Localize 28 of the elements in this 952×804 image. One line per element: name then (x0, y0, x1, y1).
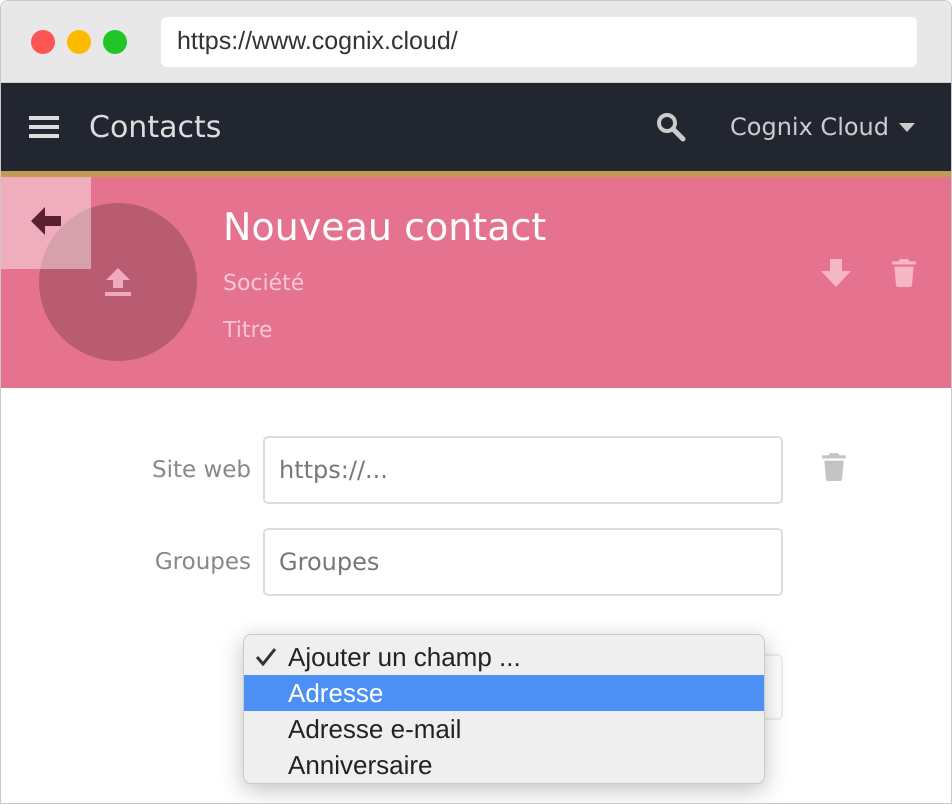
arrow-down-icon (821, 258, 851, 286)
minimize-window-dot[interactable] (67, 30, 91, 54)
delete-field-button[interactable] (821, 452, 847, 482)
menu-option[interactable]: Ajouter un champ ... (244, 639, 764, 675)
field-label: Groupes (154, 549, 251, 575)
menu-option[interactable]: Anniversaire (244, 747, 764, 783)
address-bar[interactable]: https://www.cognix.cloud/ (161, 16, 917, 66)
trash-icon (891, 258, 917, 288)
back-button[interactable] (1, 177, 91, 269)
caret-icon (899, 122, 915, 132)
job-title-field[interactable]: Titre (223, 318, 523, 343)
checkmark-icon (256, 648, 276, 666)
search-icon[interactable] (656, 112, 686, 142)
account-menu[interactable]: Cognix Cloud (730, 113, 915, 141)
delete-contact-button[interactable] (891, 258, 917, 288)
arrow-left-icon (31, 206, 61, 234)
text-field[interactable]: https://... (263, 436, 783, 504)
app-title: Contacts (89, 110, 222, 144)
upload-icon (105, 268, 131, 296)
menu-option[interactable]: Adresse e-mail (244, 711, 764, 747)
company-field[interactable]: Société (223, 271, 523, 296)
download-button[interactable] (821, 258, 851, 286)
maximize-window-dot[interactable] (103, 30, 127, 54)
close-window-dot[interactable] (31, 30, 55, 54)
text-field[interactable]: Groupes (263, 528, 783, 596)
trash-icon (821, 452, 847, 482)
menu-icon[interactable] (29, 116, 59, 138)
field-label: Site web (152, 457, 251, 483)
